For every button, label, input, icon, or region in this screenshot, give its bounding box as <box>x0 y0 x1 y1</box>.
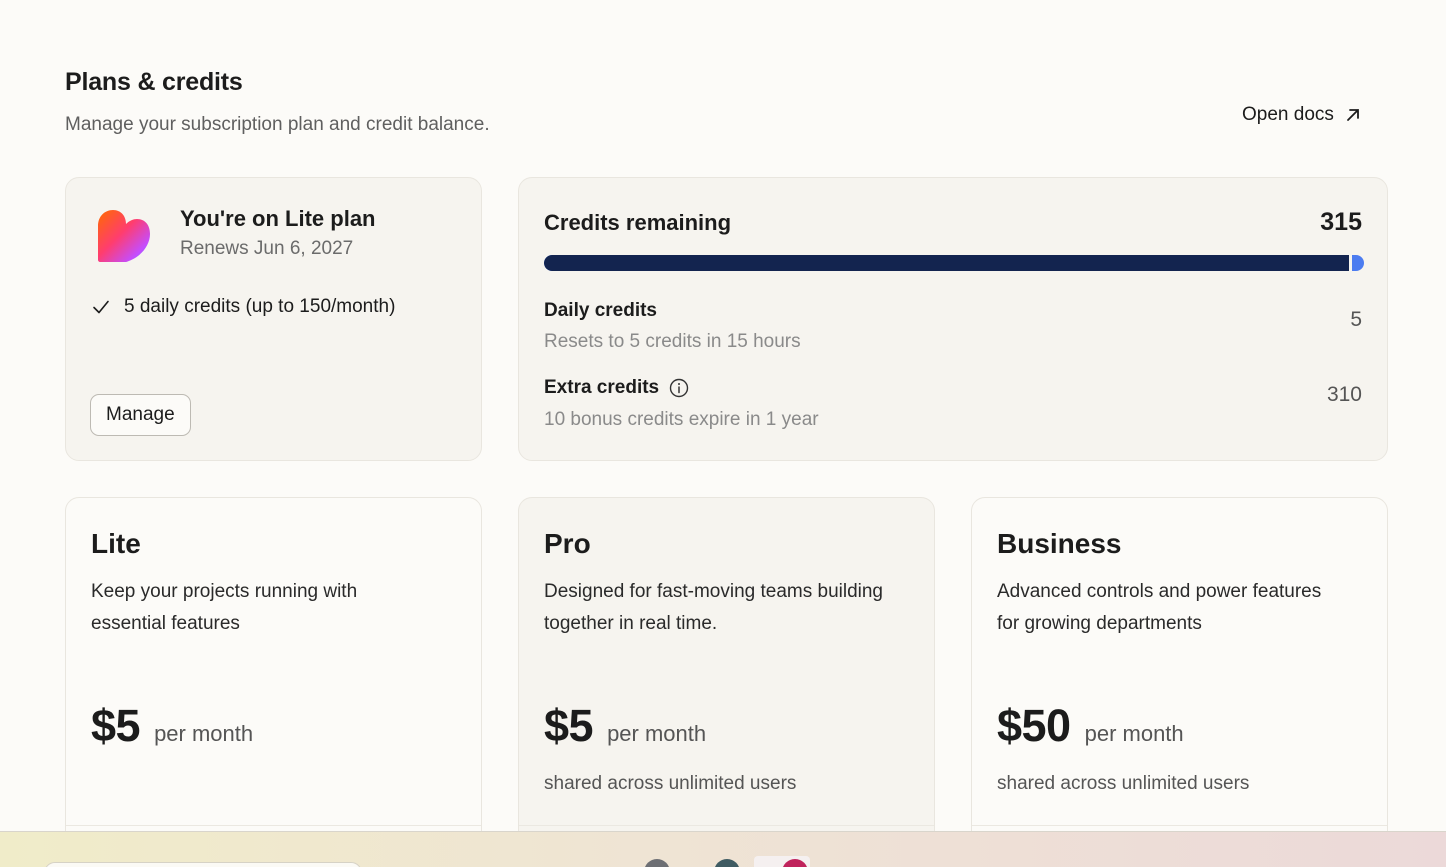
open-docs-link[interactable]: Open docs <box>1242 104 1362 126</box>
price-amount: $5 <box>91 700 141 751</box>
external-arrow-icon <box>1347 109 1359 121</box>
taskbar-search-box[interactable] <box>44 862 362 867</box>
tier-card-business: Business Advanced controls and power fea… <box>971 497 1388 831</box>
manage-button[interactable]: Manage <box>90 394 191 436</box>
check-icon <box>93 300 109 314</box>
page-title: Plans & credits <box>65 68 243 96</box>
tier-description: Advanced controls and power features for… <box>997 581 1322 634</box>
extra-credits-label: Extra credits <box>544 377 689 399</box>
price-period: per month <box>607 721 707 746</box>
plan-title: You're on Lite plan <box>180 206 376 231</box>
extra-credits-sub: 10 bonus credits expire in 1 year <box>544 409 819 430</box>
credits-card: Credits remaining 315 Daily credits Rese… <box>518 177 1388 461</box>
taskbar-app-icon[interactable] <box>714 859 740 867</box>
plans-credits-page: Plans & credits Manage your subscription… <box>0 0 1446 831</box>
tier-divider <box>972 825 1387 826</box>
tier-description: Designed for fast-moving teams building … <box>544 581 884 634</box>
daily-credits-label: Daily credits <box>544 300 657 322</box>
open-docs-label: Open docs <box>1242 104 1334 125</box>
credits-title: Credits remaining <box>544 210 732 235</box>
tier-name: Business <box>997 528 1122 559</box>
tier-card-pro: Pro Designed for fast-moving teams build… <box>518 497 935 831</box>
plan-renew-date: Renews Jun 6, 2027 <box>180 238 354 259</box>
tier-card-lite: Lite Keep your projects running with ess… <box>65 497 482 831</box>
tier-divider <box>519 825 934 826</box>
os-taskbar <box>0 831 1446 867</box>
daily-credits-sub: Resets to 5 credits in 15 hours <box>544 331 801 352</box>
plan-feature: 5 daily credits (up to 150/month) <box>92 296 395 318</box>
tier-name: Pro <box>544 528 591 559</box>
info-icon[interactable] <box>669 378 689 398</box>
tier-description: Keep your projects running with essentia… <box>91 581 358 634</box>
credits-total: 315 <box>1320 208 1362 236</box>
tier-price: $5 per month <box>544 700 706 752</box>
taskbar-app-icon[interactable] <box>644 859 670 867</box>
price-period: per month <box>1084 721 1184 746</box>
price-amount: $5 <box>544 700 594 751</box>
extra-credits-label-text: Extra credits <box>544 377 660 398</box>
tier-price: $5 per month <box>91 700 253 752</box>
tier-note: shared across unlimited users <box>544 773 797 794</box>
daily-credits-label-text: Daily credits <box>544 300 657 321</box>
extra-credits-value: 310 <box>1326 383 1362 406</box>
price-period: per month <box>154 721 254 746</box>
credits-progress-bar <box>544 255 1364 271</box>
price-amount: $50 <box>997 700 1071 751</box>
daily-credits-value: 5 <box>1350 308 1362 331</box>
tier-name: Lite <box>91 528 141 559</box>
credits-progress-fill <box>544 255 1352 271</box>
tier-divider <box>66 825 481 826</box>
plan-feature-text: 5 daily credits (up to 150/month) <box>124 296 396 317</box>
tier-note: shared across unlimited users <box>997 773 1250 794</box>
page-subtitle: Manage your subscription plan and credit… <box>65 114 490 135</box>
tier-price: $50 per month <box>997 700 1184 752</box>
heart-logo-icon <box>98 210 150 262</box>
current-plan-card: You're on Lite plan Renews Jun 6, 2027 5… <box>65 177 482 461</box>
